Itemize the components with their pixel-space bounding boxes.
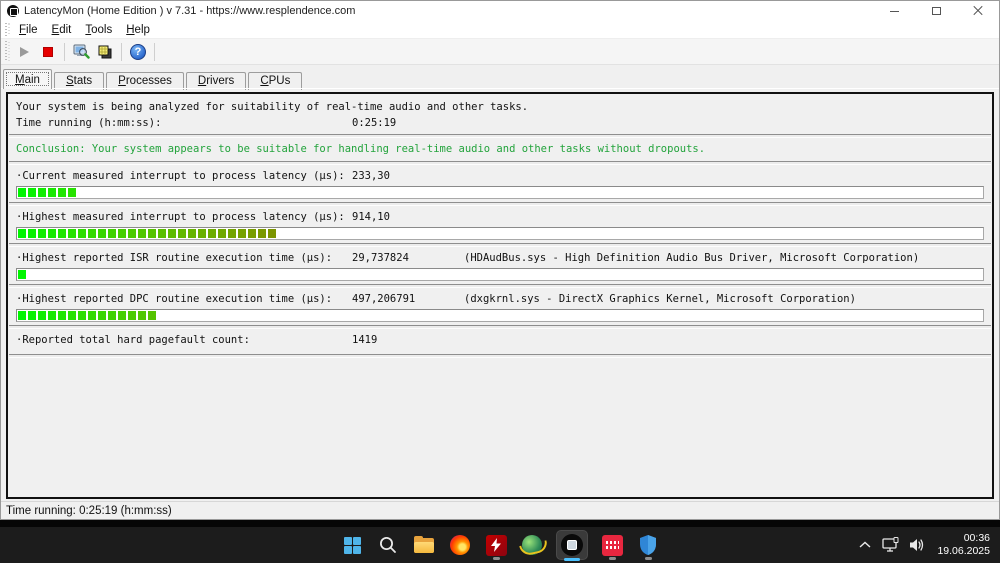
- main-panel: Your system is being analyzed for suitab…: [6, 92, 994, 499]
- search-button[interactable]: [375, 530, 401, 560]
- globe-app-button[interactable]: [519, 530, 545, 560]
- active-indicator: [564, 558, 580, 561]
- toolbar-separator: [64, 43, 65, 61]
- latencymon-taskbar-button[interactable]: [555, 530, 589, 560]
- menu-edit[interactable]: Edit: [45, 23, 79, 37]
- menubar-grip[interactable]: [5, 23, 10, 36]
- help-button[interactable]: ?: [126, 41, 150, 63]
- statusbar: Time running: 0:25:19 (h:mm:ss): [1, 501, 999, 519]
- firefox-icon: [450, 535, 470, 555]
- isr-bar: [16, 268, 984, 281]
- windows-security-button[interactable]: [635, 530, 661, 560]
- volume-tray-button[interactable]: [907, 531, 927, 559]
- stop-monitor-button[interactable]: [36, 41, 60, 63]
- minimize-button[interactable]: [873, 1, 915, 21]
- dpc-bar: [16, 309, 984, 322]
- row-divider: [9, 354, 991, 358]
- start-button[interactable]: [339, 530, 365, 560]
- search-icon: [378, 535, 398, 555]
- statusbar-text: Time running: 0:25:19 (h:mm:ss): [6, 505, 172, 517]
- row-divider: [9, 243, 991, 247]
- stop-icon: [43, 47, 53, 57]
- maximize-button[interactable]: [915, 1, 957, 21]
- tab-main[interactable]: Main: [3, 69, 52, 89]
- red-pixel-app-icon: [602, 535, 623, 556]
- close-icon: [973, 6, 983, 16]
- latency-bar-highest: [16, 227, 984, 240]
- clock-time: 00:36: [937, 532, 990, 545]
- red-pixel-app-button[interactable]: [599, 530, 625, 560]
- time-running-line: Time running (h:mm:ss): 0:25:19: [8, 115, 992, 131]
- running-indicator: [609, 557, 616, 560]
- section-divider: [9, 161, 991, 165]
- globe-app-icon: [522, 535, 542, 555]
- metric-row-label: ·Highest measured interrupt to process l…: [8, 209, 992, 225]
- help-icon: ?: [130, 44, 146, 60]
- tab-stats[interactable]: Stats: [54, 72, 104, 90]
- window-title: LatencyMon (Home Edition ) v 7.31 - http…: [24, 5, 355, 17]
- latency-bar-current: [16, 186, 984, 199]
- report-icon: [96, 43, 114, 61]
- running-indicator: [645, 557, 652, 560]
- network-tray-button[interactable]: [881, 531, 901, 559]
- metric-row-label: ·Current measured interrupt to process l…: [8, 168, 992, 184]
- tab-drivers[interactable]: Drivers: [186, 72, 246, 90]
- security-shield-icon: [638, 534, 658, 556]
- titlebar[interactable]: LatencyMon (Home Edition ) v 7.31 - http…: [1, 1, 999, 21]
- file-explorer-icon: [414, 538, 434, 553]
- section-divider: [9, 134, 991, 138]
- row-divider: [9, 202, 991, 206]
- time-running-label: Time running (h:mm:ss):: [16, 117, 352, 129]
- analyze-button[interactable]: [69, 41, 93, 63]
- network-icon: [882, 537, 900, 553]
- taskbar: 00:36 19.06.2025: [0, 527, 1000, 563]
- menu-help[interactable]: Help: [119, 23, 157, 37]
- running-indicator: [493, 557, 500, 560]
- red-bolt-app-icon: [486, 535, 507, 556]
- analyze-icon: [72, 43, 90, 61]
- taskbar-clock[interactable]: 00:36 19.06.2025: [933, 532, 996, 558]
- chevron-up-icon: [859, 541, 871, 549]
- app-icon: [7, 5, 19, 17]
- firefox-button[interactable]: [447, 530, 473, 560]
- red-bolt-app-button[interactable]: [483, 530, 509, 560]
- maximize-icon: [932, 7, 941, 15]
- toolbar-grip[interactable]: [5, 41, 10, 62]
- row-divider: [9, 284, 991, 288]
- menu-file[interactable]: File: [12, 23, 45, 37]
- active-app-tile: [556, 530, 588, 560]
- metric-row-label: ·Highest reported ISR routine execution …: [8, 250, 992, 266]
- toolbar-separator: [154, 43, 155, 61]
- clock-date: 19.06.2025: [937, 545, 990, 558]
- metric-row-label: ·Reported total hard pagefault count: 14…: [8, 332, 992, 348]
- volume-icon: [908, 537, 926, 553]
- latencymon-window: LatencyMon (Home Edition ) v 7.31 - http…: [0, 0, 1000, 520]
- latencymon-icon: [561, 534, 583, 556]
- file-explorer-button[interactable]: [411, 530, 437, 560]
- tray-expand-button[interactable]: [855, 531, 875, 559]
- time-running-value: 0:25:19: [352, 117, 464, 129]
- tab-cpus[interactable]: CPUs: [248, 72, 302, 90]
- toolbar: ?: [1, 39, 999, 65]
- close-button[interactable]: [957, 1, 999, 21]
- conclusion-text: Conclusion: Your system appears to be su…: [8, 141, 992, 158]
- start-icon: [344, 537, 361, 554]
- metric-row-label: ·Highest reported DPC routine execution …: [8, 291, 992, 307]
- start-monitor-button[interactable]: [12, 41, 36, 63]
- row-divider: [9, 325, 991, 329]
- toolbar-separator: [121, 43, 122, 61]
- tab-processes[interactable]: Processes: [106, 72, 184, 90]
- report-button[interactable]: [93, 41, 117, 63]
- menu-tools[interactable]: Tools: [78, 23, 119, 37]
- menubar: File Edit Tools Help: [1, 21, 999, 39]
- tabbar: Main Stats Processes Drivers CPUs: [1, 65, 999, 89]
- play-icon: [20, 47, 29, 57]
- desktop[interactable]: [0, 520, 1000, 527]
- analyzing-line: Your system is being analyzed for suitab…: [8, 99, 992, 115]
- minimize-icon: [890, 11, 899, 12]
